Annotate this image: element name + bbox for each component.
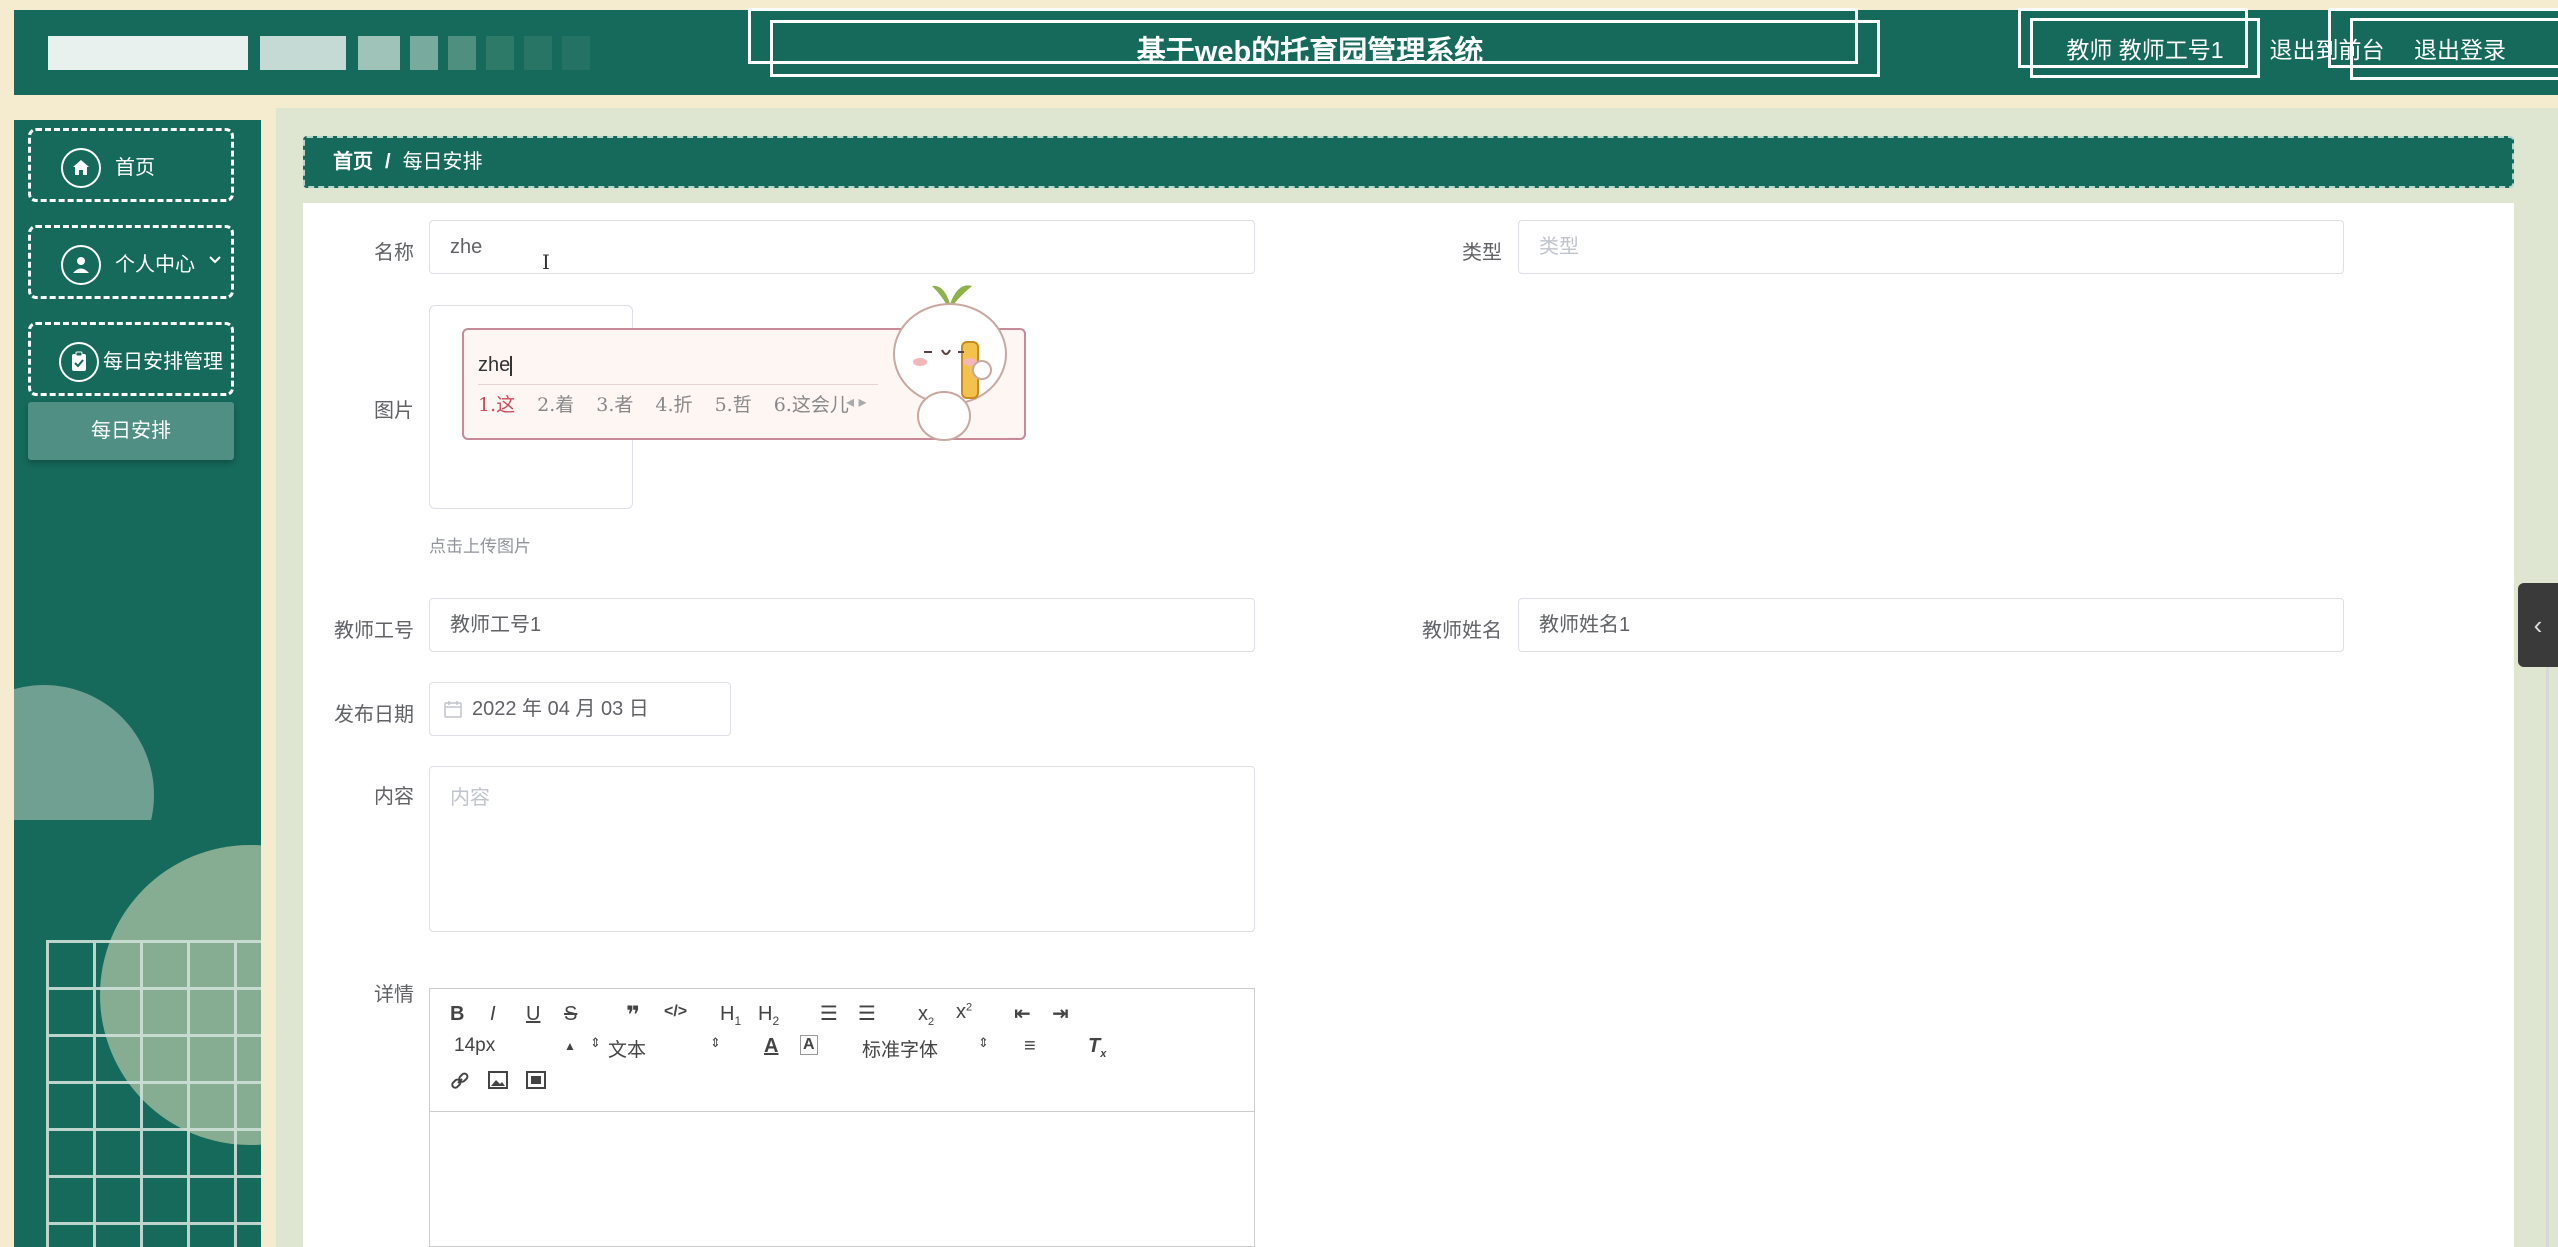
font-size-value: 14px <box>454 1035 496 1056</box>
ime-candidate[interactable]: 2.着 <box>537 394 574 416</box>
ime-candidate[interactable]: 5.哲 <box>715 394 752 416</box>
upload-hint: 点击上传图片 <box>429 537 531 556</box>
font-family-value: 标准字体 <box>862 1040 939 1061</box>
underline-icon[interactable]: U <box>526 1003 540 1026</box>
type-label: 类型 <box>1462 242 1502 264</box>
sidebar-item-label: 每日安排管理 <box>103 351 223 373</box>
content-label: 内容 <box>374 786 414 808</box>
ime-divider <box>478 384 878 385</box>
font-size-select[interactable]: 14px ▲ <box>454 1035 576 1057</box>
code-block-icon[interactable]: </> <box>664 1003 687 1021</box>
decor-grid <box>46 940 261 1247</box>
calendar-icon <box>444 701 462 718</box>
ime-page-arrows-icon[interactable]: ◂ ▸ <box>846 392 867 412</box>
italic-icon[interactable]: I <box>490 1003 496 1026</box>
outdent-icon[interactable]: ⇤ <box>1014 1001 1031 1026</box>
subscript-icon[interactable]: x2 <box>918 1003 934 1028</box>
superscript-icon[interactable]: x2 <box>956 1001 972 1024</box>
home-icon <box>61 148 101 188</box>
ime-candidate[interactable]: 1.这 <box>478 394 515 416</box>
chevron-left-icon[interactable]: ‹ <box>2518 583 2558 667</box>
ime-candidate-list: 1.这 2.着 3.者 4.折 5.哲 6.这会儿 <box>478 390 871 417</box>
ime-candidate[interactable]: 3.者 <box>596 394 633 416</box>
sidebar-item-home[interactable]: 首页 <box>28 128 234 202</box>
publish-date-label: 发布日期 <box>334 704 414 726</box>
logout-button[interactable]: 退出登录 <box>2380 20 2540 80</box>
background-color-icon[interactable]: A <box>800 1035 818 1055</box>
rich-text-editor: B I U S ❞ </> H1 H2 ☰ ☰ x2 x2 ⇤ ⇥ 14px ▲ … <box>429 988 1255 1247</box>
image-icon[interactable] <box>488 1071 508 1095</box>
breadcrumb-home[interactable]: 首页 <box>333 151 373 173</box>
select-arrows-icon: ▲ <box>564 1039 576 1053</box>
heading2-icon[interactable]: H2 <box>758 1003 779 1028</box>
bold-icon[interactable]: B <box>450 1003 464 1026</box>
user-icon <box>61 245 101 285</box>
text-style-value: 文本 <box>608 1040 647 1061</box>
sidebar-item-daily-schedule-mgmt[interactable]: 每日安排管理 <box>28 322 234 396</box>
scrollbar-track[interactable] <box>2546 650 2549 1247</box>
sidebar-item-label: 首页 <box>115 157 155 179</box>
font-color-icon[interactable]: A <box>764 1035 778 1058</box>
align-icon[interactable]: ≡ <box>1024 1035 1036 1058</box>
ordered-list-icon[interactable]: ☰ <box>820 1001 838 1026</box>
publish-date-picker[interactable]: 2022 年 04 月 03 日 <box>429 682 731 736</box>
bullet-list-icon[interactable]: ☰ <box>858 1001 876 1026</box>
sidebar-subitem-daily-schedule[interactable]: 每日安排 <box>28 402 234 460</box>
clipboard-icon <box>59 342 99 382</box>
sidebar-item-profile[interactable]: 个人中心 <box>28 225 234 299</box>
current-user-label: 教师 教师工号1 <box>2066 37 2224 63</box>
ime-mascot-icon <box>893 285 1007 441</box>
text-cursor-icon: I <box>542 250 550 274</box>
ime-candidate[interactable]: 4.折 <box>655 394 692 416</box>
sidebar-item-label: 个人中心 <box>115 254 195 276</box>
breadcrumb-separator: / <box>385 151 391 173</box>
ime-composition: zhe <box>478 354 511 376</box>
editor-toolbar: B I U S ❞ </> H1 H2 ☰ ☰ x2 x2 ⇤ ⇥ 14px ▲ … <box>430 989 1254 1112</box>
teacher-name-input[interactable]: 教师姓名1 <box>1518 598 2344 652</box>
select-arrows-icon: ⇕ <box>978 1035 989 1050</box>
font-family-select[interactable]: 标准字体 <box>862 1035 992 1062</box>
link-icon[interactable] <box>450 1071 470 1097</box>
heading1-icon[interactable]: H1 <box>720 1003 741 1028</box>
breadcrumb-current: 每日安排 <box>402 151 483 173</box>
image-label: 图片 <box>374 400 414 422</box>
blockquote-icon[interactable]: ❞ <box>626 1001 640 1030</box>
ime-candidate[interactable]: 6.这会儿 <box>774 394 849 416</box>
select-arrows-icon: ⇕ <box>710 1035 721 1050</box>
teacher-id-label: 教师工号 <box>334 620 414 642</box>
content-textarea[interactable]: 内容 <box>429 766 1255 932</box>
teacher-id-input[interactable]: 教师工号1 <box>429 598 1255 652</box>
name-label: 名称 <box>374 242 414 264</box>
clear-format-icon[interactable]: Tx <box>1088 1035 1106 1060</box>
strikethrough-icon[interactable]: S <box>564 1003 577 1026</box>
chevron-down-icon <box>207 250 223 273</box>
sidebar: 首页 个人中心 每日安排管理 每日安排 <box>14 120 261 1247</box>
app-title: 基于web的托育园管理系统 <box>1136 36 1484 68</box>
publish-date-value: 2022 年 04 月 03 日 <box>472 698 649 720</box>
video-icon[interactable] <box>526 1071 546 1095</box>
type-input[interactable]: 类型 <box>1518 220 2344 274</box>
name-input[interactable]: zhe <box>429 220 1255 274</box>
indent-icon[interactable]: ⇥ <box>1052 1001 1069 1026</box>
detail-label: 详情 <box>374 984 414 1006</box>
select-arrows-icon: ⇕ <box>590 1035 601 1050</box>
breadcrumb: 首页 / 每日安排 <box>303 136 2514 188</box>
teacher-name-label: 教师姓名 <box>1422 620 1502 642</box>
